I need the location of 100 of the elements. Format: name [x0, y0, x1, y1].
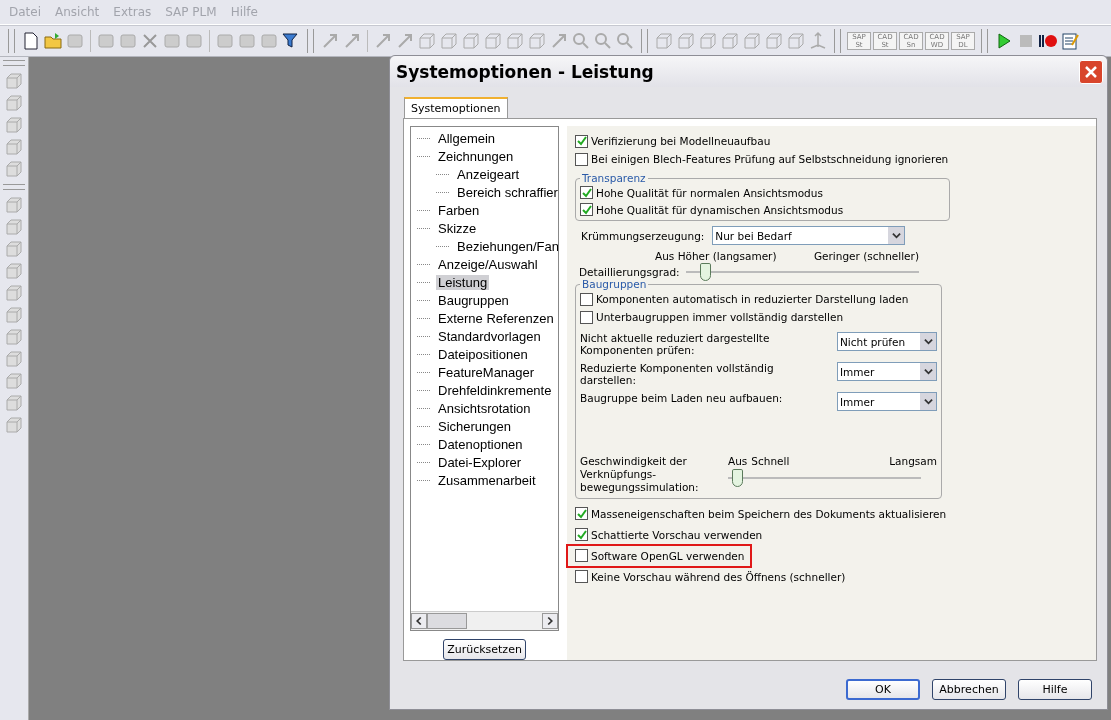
- tree-item[interactable]: Ansichtsrotation: [436, 400, 533, 416]
- reset-button[interactable]: Zurücksetzen: [443, 639, 526, 660]
- slider-thumb[interactable]: [699, 263, 711, 281]
- dialog-button[interactable]: OK: [846, 679, 920, 700]
- toolbar-grip[interactable]: [307, 29, 314, 53]
- toolbar-grip[interactable]: [834, 29, 841, 53]
- cube-icon[interactable]: [4, 217, 24, 237]
- cube-icon[interactable]: [4, 393, 24, 413]
- dropdown[interactable]: Immer: [837, 392, 937, 411]
- toolbar-grip[interactable]: [3, 184, 25, 190]
- tree-item[interactable]: Externe Referenzen: [436, 310, 556, 326]
- cube-icon[interactable]: [720, 31, 740, 51]
- tree-item[interactable]: Zusammenarbeit: [436, 472, 538, 488]
- filter-icon[interactable]: [281, 31, 301, 51]
- slider-label: Schnell: [751, 455, 790, 467]
- cube-icon[interactable]: [4, 159, 24, 179]
- dropdown[interactable]: Nur bei Bedarf: [712, 226, 906, 245]
- cube-icon[interactable]: [4, 71, 24, 91]
- tree-item[interactable]: Anzeigeart: [455, 166, 522, 182]
- arrow-icon[interactable]: [808, 31, 828, 51]
- cube-icon[interactable]: [4, 137, 24, 157]
- checkbox[interactable]: [580, 186, 593, 199]
- cube-icon[interactable]: [4, 239, 24, 259]
- tree-item[interactable]: Zeichnungen: [436, 148, 516, 164]
- tree-item[interactable]: Farben: [436, 202, 482, 218]
- cube-icon[interactable]: [4, 349, 24, 369]
- checkbox[interactable]: [575, 570, 588, 583]
- caret-icon: [891, 231, 901, 240]
- cube-icon[interactable]: [417, 31, 437, 51]
- cube-icon[interactable]: [698, 31, 718, 51]
- toolbar-grip[interactable]: [981, 29, 988, 53]
- field-label: Detaillierungsgrad:: [579, 266, 680, 278]
- cube-icon[interactable]: [4, 283, 24, 303]
- cube-icon[interactable]: [483, 31, 503, 51]
- folder-icon[interactable]: [43, 31, 63, 51]
- cube-icon[interactable]: [742, 31, 762, 51]
- tree-item[interactable]: Standardvorlagen: [436, 328, 543, 344]
- cube-icon[interactable]: [4, 305, 24, 325]
- tab[interactable]: Systemoptionen: [404, 97, 508, 118]
- tree-item[interactable]: Baugruppen: [436, 292, 511, 308]
- checkbox[interactable]: [575, 134, 588, 148]
- cube-icon[interactable]: [4, 371, 24, 391]
- slider-thumb[interactable]: [731, 469, 743, 487]
- horizontal-scrollbar[interactable]: [411, 611, 558, 631]
- cube-icon[interactable]: [461, 31, 481, 51]
- zoom-icon[interactable]: [615, 31, 635, 51]
- cube-icon[interactable]: [527, 31, 547, 51]
- cube-icon[interactable]: [439, 31, 459, 51]
- dropdown[interactable]: Nicht prüfen: [837, 332, 937, 351]
- slider-label: Aus: [728, 455, 748, 467]
- checkbox[interactable]: [575, 528, 588, 541]
- cube-icon[interactable]: [4, 115, 24, 135]
- tree-item[interactable]: Beziehungen/Fan: [455, 238, 558, 254]
- option-label: Masseneigenschaften beim Speichern des Dokuments aktualisieren: [591, 507, 947, 520]
- tree-item[interactable]: Sicherungen: [436, 418, 513, 434]
- tree-item[interactable]: Datei-Explorer: [436, 454, 524, 470]
- zoom-icon[interactable]: [593, 31, 613, 51]
- tree-item[interactable]: Datenoptionen: [436, 436, 525, 452]
- tree-item[interactable]: Skizze: [436, 220, 479, 236]
- cube-icon[interactable]: [4, 93, 24, 113]
- option-label: Komponenten automatisch in reduzierter Darstellung laden: [596, 293, 909, 305]
- tree-item[interactable]: FeatureManager: [436, 364, 537, 380]
- cube-icon[interactable]: [654, 31, 674, 51]
- cube-icon[interactable]: [4, 261, 24, 281]
- checkbox[interactable]: [575, 507, 588, 520]
- group-title: Transparenz: [581, 172, 647, 184]
- window-title: Systemoptionen - Leistung: [396, 61, 654, 82]
- tree-item[interactable]: Allgemein: [436, 130, 498, 146]
- cube-icon[interactable]: [764, 31, 784, 51]
- checkbox[interactable]: [575, 549, 588, 562]
- document-icon[interactable]: [21, 31, 41, 51]
- checkbox[interactable]: [575, 152, 588, 166]
- cube-icon[interactable]: [4, 415, 24, 435]
- tree-item[interactable]: Dateipositionen: [436, 346, 530, 362]
- tree-item[interactable]: Bereich schraffier: [455, 184, 558, 200]
- tree-item[interactable]: Drehfeldinkremente: [436, 382, 554, 398]
- slider-label: Langsam: [889, 455, 937, 467]
- tree-item[interactable]: Leistung: [436, 274, 490, 290]
- cube-icon[interactable]: [786, 31, 806, 51]
- toolbar-grip[interactable]: [8, 29, 15, 53]
- group-title: Baugruppen: [581, 278, 648, 290]
- option-label: Schattierte Vorschau verwenden: [591, 528, 763, 541]
- zoom-icon[interactable]: [571, 31, 591, 51]
- cube-icon[interactable]: [505, 31, 525, 51]
- close-icon: [1084, 64, 1098, 79]
- checkbox[interactable]: [580, 203, 593, 216]
- dropdown[interactable]: Immer: [837, 362, 937, 381]
- close-button[interactable]: [1079, 59, 1103, 84]
- dialog-button[interactable]: Abbrechen: [932, 679, 1006, 700]
- cube-icon[interactable]: [4, 195, 24, 215]
- field-label: Geschwindigkeit der Verknüpfungs-bewegungssimulation:: [580, 455, 700, 494]
- dialog-button[interactable]: Hilfe: [1018, 679, 1092, 700]
- tree-item[interactable]: Anzeige/Auswahl: [436, 256, 540, 272]
- field-label: Baugruppe beim Laden neu aufbauen:: [580, 392, 784, 404]
- toolbar-grip[interactable]: [641, 29, 648, 53]
- checkbox[interactable]: [580, 310, 593, 324]
- toolbar-grip[interactable]: [3, 60, 25, 66]
- cube-icon[interactable]: [4, 327, 24, 347]
- cube-icon[interactable]: [676, 31, 696, 51]
- checkbox[interactable]: [580, 292, 593, 306]
